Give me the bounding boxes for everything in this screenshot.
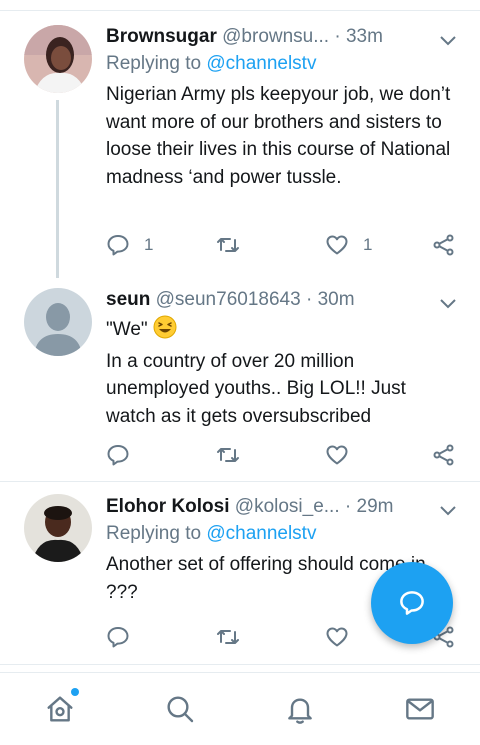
- chevron-down-icon[interactable]: [438, 30, 458, 50]
- tweet-text-quote: "We": [106, 319, 148, 340]
- user-handle[interactable]: @kolosi_e...: [235, 496, 340, 517]
- like-button[interactable]: [325, 622, 363, 652]
- chevron-down-icon[interactable]: [438, 293, 458, 313]
- heart-icon: [326, 627, 348, 647]
- home-icon: [47, 696, 73, 722]
- search-icon: [167, 696, 194, 723]
- share-button[interactable]: [432, 230, 456, 260]
- avatar[interactable]: [24, 494, 92, 562]
- reply-icon: [107, 627, 129, 648]
- separator-dot: ·: [334, 26, 341, 47]
- timestamp[interactable]: 29m: [357, 496, 394, 517]
- separator-dot: ·: [305, 289, 313, 310]
- retweet-button[interactable]: [216, 622, 254, 652]
- nav-messages[interactable]: [402, 691, 438, 727]
- tweet-2[interactable]: seun @seun76018643 · 30m "We" In a count…: [0, 278, 480, 478]
- reply-button[interactable]: 1: [106, 230, 153, 260]
- user-name[interactable]: seun: [106, 289, 150, 310]
- retweet-icon: [217, 630, 239, 644]
- tweet-1[interactable]: Brownsugar @brownsu... · 33m Replying to…: [0, 0, 480, 285]
- replying-prefix: Replying to: [106, 53, 202, 74]
- compose-reply-button[interactable]: [371, 562, 453, 644]
- share-button[interactable]: [432, 440, 456, 470]
- bottom-nav: [0, 672, 480, 745]
- tweet-text-line1: "We": [106, 315, 460, 348]
- retweet-icon: [217, 448, 239, 462]
- chevron-down-icon[interactable]: [438, 500, 458, 520]
- tweet-text: Nigerian Army pls keepyour job, we don’t…: [106, 84, 451, 188]
- separator-dot: ·: [344, 496, 352, 517]
- heart-icon: [326, 445, 348, 465]
- reply-button[interactable]: [106, 440, 144, 470]
- thread-line: [56, 100, 59, 278]
- mail-icon: [406, 698, 434, 720]
- timestamp[interactable]: 30m: [318, 289, 355, 310]
- user-handle[interactable]: @brownsu...: [222, 26, 329, 47]
- timestamp[interactable]: 33m: [346, 26, 383, 47]
- user-handle[interactable]: @seun76018643: [156, 289, 301, 310]
- nav-search[interactable]: [162, 691, 198, 727]
- user-name[interactable]: Elohor Kolosi: [106, 496, 230, 517]
- nav-home[interactable]: [42, 688, 79, 727]
- replying-to: Replying to @channelstv: [106, 521, 460, 547]
- notification-dot: [71, 688, 79, 696]
- tweet-divider: [0, 664, 480, 665]
- like-button[interactable]: 1: [325, 230, 372, 260]
- replying-to-link[interactable]: @channelstv: [206, 523, 316, 544]
- like-button[interactable]: [325, 440, 363, 470]
- laughing-face-icon: [153, 315, 177, 348]
- share-icon: [433, 444, 454, 466]
- reply-count: 1: [144, 235, 154, 254]
- avatar-default[interactable]: [24, 288, 92, 356]
- user-name[interactable]: Brownsugar: [106, 26, 217, 47]
- like-count: 1: [363, 235, 373, 254]
- share-icon: [433, 234, 454, 256]
- reply-icon: [107, 235, 129, 256]
- retweet-icon: [217, 238, 239, 252]
- avatar[interactable]: [24, 25, 92, 93]
- retweet-button[interactable]: [216, 440, 254, 470]
- replying-prefix: Replying to: [106, 523, 202, 544]
- nav-notifications[interactable]: [282, 691, 318, 727]
- retweet-button[interactable]: [216, 230, 254, 260]
- reply-button[interactable]: [106, 622, 144, 652]
- tweet-text: In a country of over 20 million unemploy…: [106, 350, 406, 427]
- compose-reply-icon: [400, 591, 424, 615]
- reply-icon: [107, 445, 129, 466]
- replying-to-link[interactable]: @channelstv: [206, 53, 316, 74]
- bell-icon: [288, 698, 312, 724]
- replying-to: Replying to @channelstv: [106, 51, 460, 77]
- heart-icon: [326, 235, 348, 255]
